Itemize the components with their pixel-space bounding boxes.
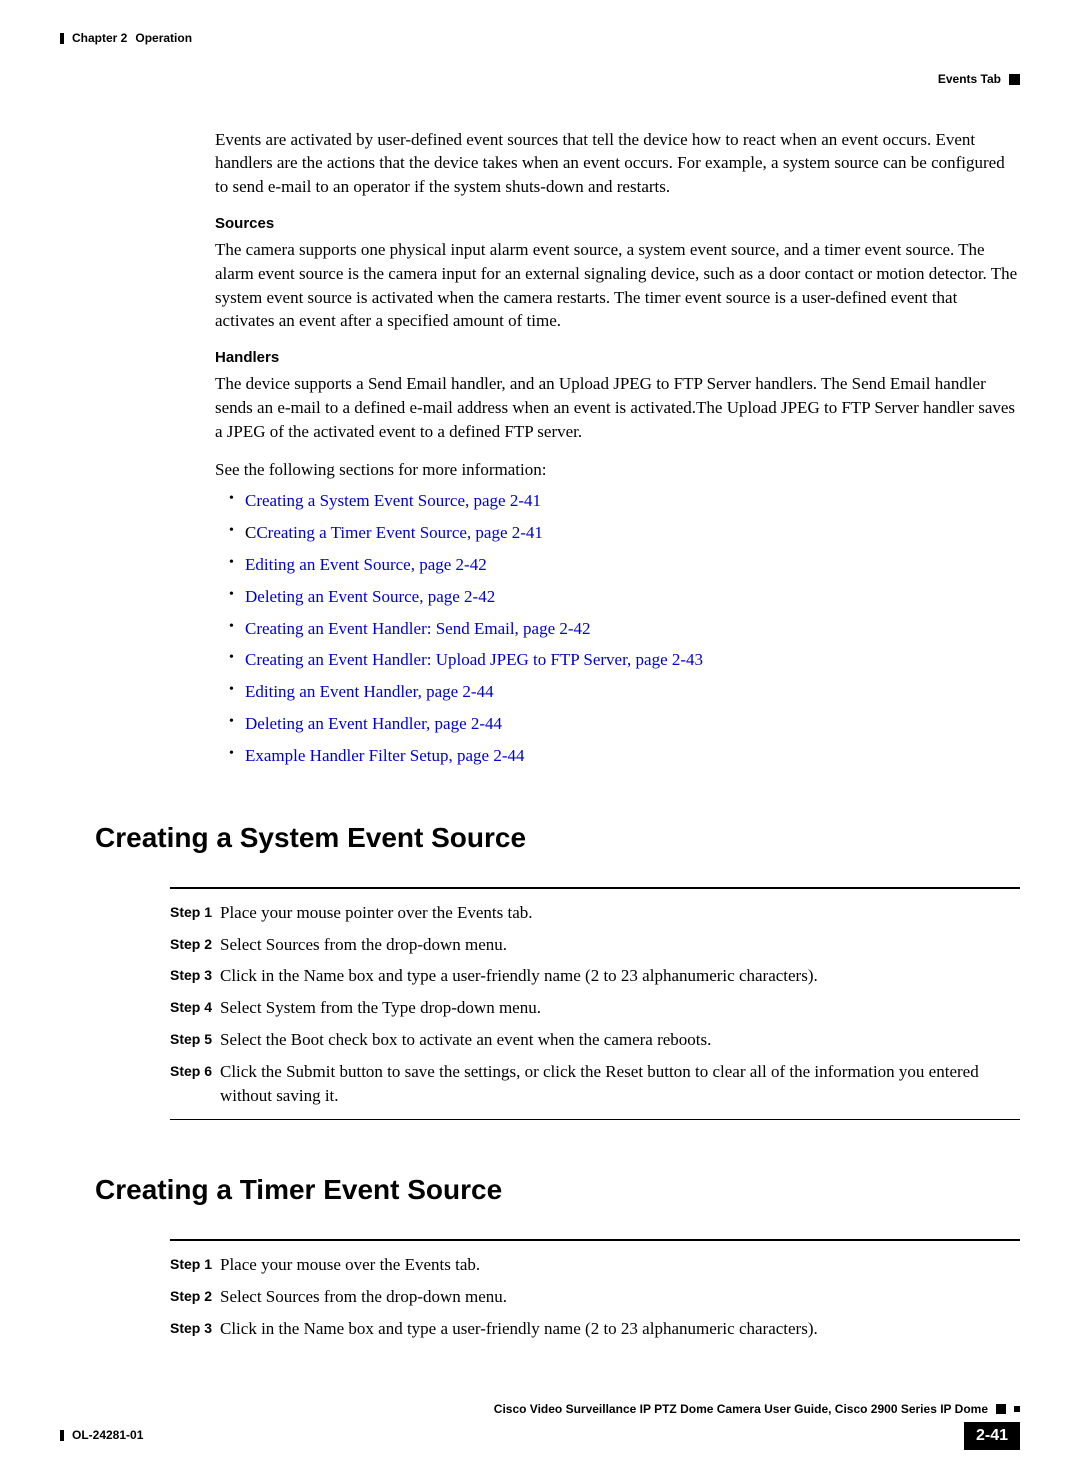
step-text: Select the Boot check box to activate an… bbox=[220, 1028, 1020, 1052]
link-text[interactable]: Editing an Event Handler, page 2-44 bbox=[245, 682, 494, 701]
handlers-para: The device supports a Send Email handler… bbox=[215, 372, 1020, 443]
intro-para: Events are activated by user-defined eve… bbox=[215, 128, 1020, 199]
see-more-text: See the following sections for more info… bbox=[215, 458, 1020, 482]
link-item: Example Handler Filter Setup, page 2-44 bbox=[229, 744, 1020, 768]
tab-label: Events Tab bbox=[938, 71, 1001, 88]
step-row: Step 5 Select the Boot check box to acti… bbox=[170, 1028, 1020, 1052]
header-square-icon bbox=[1009, 74, 1020, 85]
section1-title: Creating a System Event Source bbox=[95, 818, 1020, 857]
footer-bar-icon bbox=[60, 1430, 64, 1441]
section2-title: Creating a Timer Event Source bbox=[95, 1170, 1020, 1209]
step-label: Step 3 bbox=[170, 964, 220, 986]
step-label: Step 1 bbox=[170, 901, 220, 923]
section1-rule-top bbox=[170, 887, 1020, 889]
step-label: Step 2 bbox=[170, 933, 220, 955]
doc-id: OL-24281-01 bbox=[72, 1427, 143, 1444]
footer-square-small-icon bbox=[1014, 1406, 1020, 1412]
link-item: Creating a System Event Source, page 2-4… bbox=[229, 489, 1020, 513]
link-text[interactable]: Deleting an Event Source, page 2-42 bbox=[245, 587, 495, 606]
link-text[interactable]: Example Handler Filter Setup, page 2-44 bbox=[245, 746, 524, 765]
link-item: Deleting an Event Source, page 2-42 bbox=[229, 585, 1020, 609]
step-row: Step 2 Select Sources from the drop-down… bbox=[170, 933, 1020, 957]
intro-section: Events are activated by user-defined eve… bbox=[215, 128, 1020, 768]
link-item: Creating an Event Handler: Upload JPEG t… bbox=[229, 648, 1020, 672]
link-prefix: C bbox=[245, 523, 256, 542]
section1-steps: Step 1 Place your mouse pointer over the… bbox=[170, 901, 1020, 1108]
step-label: Step 5 bbox=[170, 1028, 220, 1050]
step-row: Step 3 Click in the Name box and type a … bbox=[170, 1317, 1020, 1341]
link-item: Editing an Event Source, page 2-42 bbox=[229, 553, 1020, 577]
handlers-head: Handlers bbox=[215, 347, 1020, 368]
step-text: Select System from the Type drop-down me… bbox=[220, 996, 1020, 1020]
step-text: Select Sources from the drop-down menu. bbox=[220, 1285, 1020, 1309]
sources-head: Sources bbox=[215, 213, 1020, 234]
footer-guide: Cisco Video Surveillance IP PTZ Dome Cam… bbox=[494, 1401, 988, 1418]
step-row: Step 3 Click in the Name box and type a … bbox=[170, 964, 1020, 988]
section2-rule-top bbox=[170, 1239, 1020, 1241]
chapter-label: Chapter 2 bbox=[72, 30, 127, 47]
step-row: Step 1 Place your mouse pointer over the… bbox=[170, 901, 1020, 925]
step-label: Step 1 bbox=[170, 1253, 220, 1275]
sources-para: The camera supports one physical input a… bbox=[215, 238, 1020, 333]
footer-square-icon bbox=[996, 1404, 1006, 1414]
step-text: Place your mouse over the Events tab. bbox=[220, 1253, 1020, 1277]
link-text[interactable]: Deleting an Event Handler, page 2-44 bbox=[245, 714, 502, 733]
footer-bottom-row: OL-24281-01 2-41 bbox=[60, 1422, 1020, 1450]
step-row: Step 6 Click the Submit button to save t… bbox=[170, 1060, 1020, 1108]
link-item: Editing an Event Handler, page 2-44 bbox=[229, 680, 1020, 704]
page-footer: Cisco Video Surveillance IP PTZ Dome Cam… bbox=[60, 1401, 1020, 1450]
step-label: Step 6 bbox=[170, 1060, 220, 1082]
step-row: Step 1 Place your mouse over the Events … bbox=[170, 1253, 1020, 1277]
step-text: Select Sources from the drop-down menu. bbox=[220, 933, 1020, 957]
footer-guide-row: Cisco Video Surveillance IP PTZ Dome Cam… bbox=[60, 1401, 1020, 1418]
link-item: CCreating a Timer Event Source, page 2-4… bbox=[229, 521, 1020, 545]
header-right: Events Tab bbox=[938, 51, 1020, 88]
step-label: Step 2 bbox=[170, 1285, 220, 1307]
section2-steps: Step 1 Place your mouse over the Events … bbox=[170, 1253, 1020, 1340]
step-text: Click in the Name box and type a user-fr… bbox=[220, 964, 1020, 988]
header-left: Chapter 2 Operation bbox=[60, 30, 192, 47]
chapter-title: Operation bbox=[135, 30, 192, 47]
page-number: 2-41 bbox=[964, 1422, 1020, 1450]
link-text[interactable]: Creating a System Event Source, page 2-4… bbox=[245, 491, 541, 510]
page-header: Chapter 2 Operation bbox=[60, 30, 1020, 47]
step-row: Step 4 Select System from the Type drop-… bbox=[170, 996, 1020, 1020]
link-item: Creating an Event Handler: Send Email, p… bbox=[229, 617, 1020, 641]
link-text[interactable]: Creating an Event Handler: Send Email, p… bbox=[245, 619, 591, 638]
step-text: Place your mouse pointer over the Events… bbox=[220, 901, 1020, 925]
link-text[interactable]: Creating a Timer Event Source, page 2-41 bbox=[256, 523, 543, 542]
link-list: Creating a System Event Source, page 2-4… bbox=[229, 489, 1020, 767]
link-text[interactable]: Editing an Event Source, page 2-42 bbox=[245, 555, 487, 574]
footer-left: OL-24281-01 bbox=[60, 1427, 143, 1444]
section1-rule-bottom bbox=[170, 1119, 1020, 1120]
header-bar-icon bbox=[60, 33, 64, 44]
step-text: Click in the Name box and type a user-fr… bbox=[220, 1317, 1020, 1341]
step-label: Step 3 bbox=[170, 1317, 220, 1339]
link-item: Deleting an Event Handler, page 2-44 bbox=[229, 712, 1020, 736]
step-row: Step 2 Select Sources from the drop-down… bbox=[170, 1285, 1020, 1309]
page-header-right: Events Tab bbox=[60, 51, 1020, 88]
step-text: Click the Submit button to save the sett… bbox=[220, 1060, 1020, 1108]
link-text[interactable]: Creating an Event Handler: Upload JPEG t… bbox=[245, 650, 703, 669]
step-label: Step 4 bbox=[170, 996, 220, 1018]
